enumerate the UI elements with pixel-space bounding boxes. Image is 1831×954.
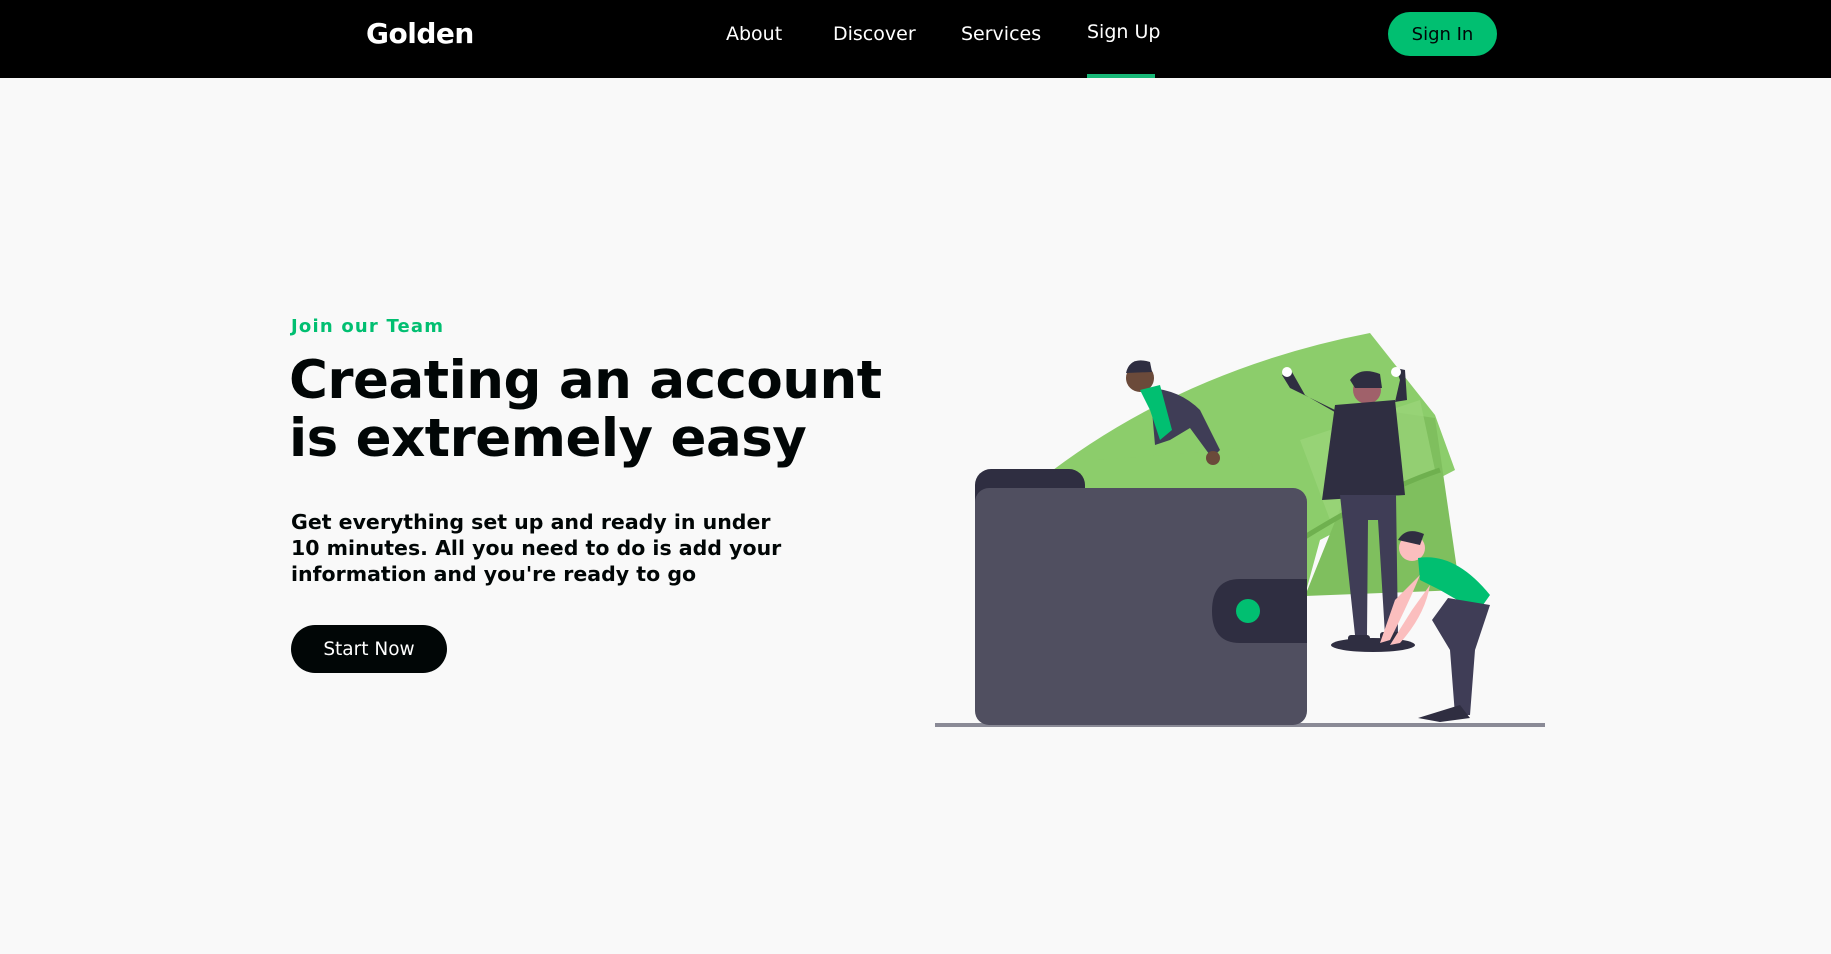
person-torso (1322, 400, 1405, 500)
hero-description: Get everything set up and ready in under… (291, 510, 782, 586)
navbar: Golden About Discover Services Sign Up S… (0, 0, 1831, 78)
start-now-button[interactable]: Start Now (291, 625, 447, 673)
wallet-money-illustration (935, 333, 1545, 727)
nav-link-signup[interactable]: Sign Up (1087, 21, 1160, 43)
nav-active-indicator (1087, 74, 1155, 78)
nav-link-about[interactable]: About (726, 23, 782, 45)
hero-top-line: Join our Team (291, 316, 445, 337)
sign-in-button[interactable]: Sign In (1388, 12, 1497, 56)
person-legs (1432, 598, 1490, 715)
logo[interactable]: Golden (366, 17, 474, 50)
nav-link-discover[interactable]: Discover (833, 23, 916, 45)
nav-link-services[interactable]: Services (961, 23, 1041, 45)
hero-heading: Creating an account is extremely easy (289, 352, 909, 468)
wallet-button (1236, 599, 1260, 623)
hero-heading-line1: Creating an account (289, 350, 882, 411)
hero-heading-line2: is extremely easy (289, 408, 807, 469)
